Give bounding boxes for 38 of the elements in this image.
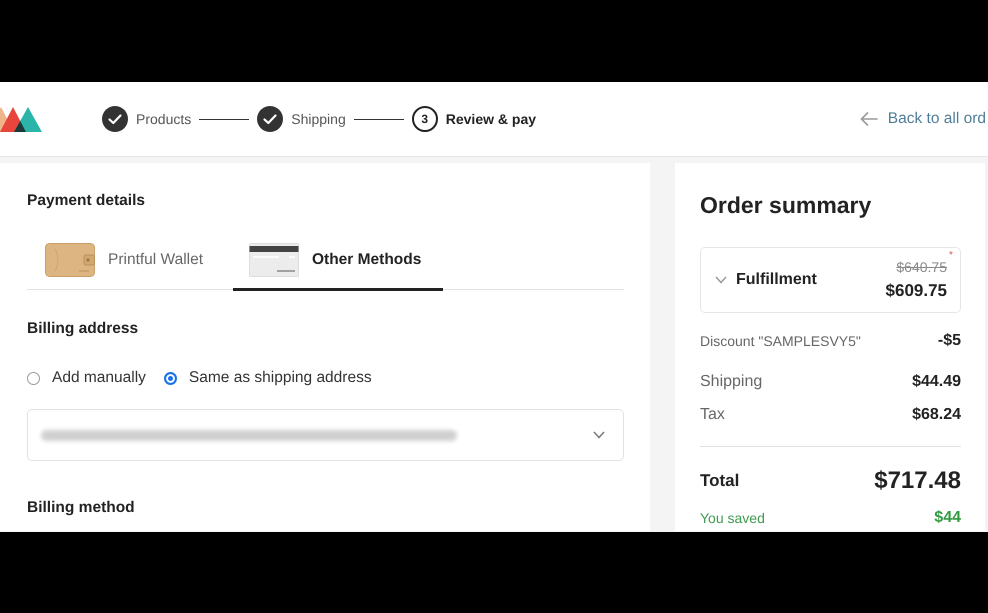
section-heading: Billing method <box>27 498 136 517</box>
summary-label: Shipping <box>700 372 762 392</box>
payment-tab[interactable]: Other Methods <box>233 232 443 291</box>
radio-button[interactable] <box>164 372 177 384</box>
triangles-logo-icon[interactable] <box>0 106 42 132</box>
step-connector <box>199 118 250 120</box>
original-price: $640.75 <box>896 259 947 275</box>
arrow-left-icon <box>860 112 878 126</box>
chevron-down-icon <box>593 431 605 439</box>
section-heading: Billing address <box>27 319 140 338</box>
summary-value: $44.49 <box>912 372 961 392</box>
total-label: Total <box>700 470 740 492</box>
payment-tab[interactable]: Printful Wallet <box>27 232 233 291</box>
fulfillment-card[interactable]: Fulfillment $640.75 * $609.75 <box>700 247 961 313</box>
chevron-down-icon <box>715 276 727 284</box>
credit-card-icon <box>249 243 299 277</box>
summary-label: Discount "SAMPLESVY5" <box>700 332 861 350</box>
radio-button[interactable] <box>27 372 40 384</box>
radio-label: Same as shipping address <box>188 368 372 388</box>
savings-value: $44 <box>934 508 961 528</box>
savings-label: You saved <box>700 508 765 528</box>
order-summary-heading: Order summary <box>700 191 872 219</box>
fulfillment-label: Fulfillment <box>736 270 817 290</box>
step-label: Review & pay <box>446 110 536 129</box>
summary-value: -$5 <box>938 331 961 351</box>
footnote-mark: * <box>949 251 953 261</box>
section-heading: Payment details <box>27 191 146 210</box>
summary-label: Tax <box>700 405 725 425</box>
total-value: $717.48 <box>874 466 961 496</box>
back-link[interactable]: Back to all ord <box>860 107 986 131</box>
radio-label: Add manually <box>52 368 146 388</box>
step-label: Products <box>136 110 192 128</box>
step-label: Shipping <box>291 110 346 129</box>
discounted-price: $609.75 <box>886 280 947 302</box>
step-number: 3 <box>412 106 438 132</box>
summary-value: $68.24 <box>912 405 961 425</box>
step-connector <box>354 118 404 120</box>
wallet-icon <box>45 243 95 277</box>
